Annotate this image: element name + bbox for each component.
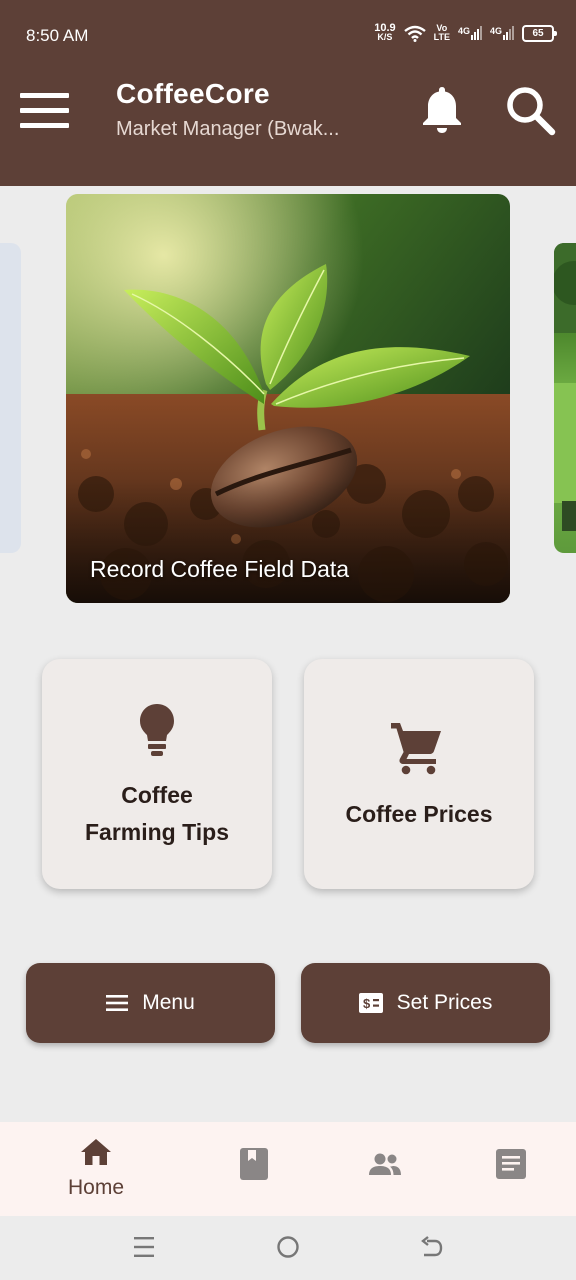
- book-icon: [240, 1148, 268, 1180]
- farming-tips-label: Coffee Farming Tips: [85, 782, 229, 845]
- coffee-prices-tile[interactable]: Coffee Prices: [304, 659, 534, 889]
- search-icon[interactable]: [504, 84, 556, 136]
- carousel-card-next[interactable]: [554, 243, 576, 553]
- cart-icon: [391, 723, 441, 775]
- people-icon: [369, 1153, 401, 1175]
- network-speed: 10.9 K/S: [374, 22, 396, 42]
- coffee-seedling-image: [66, 194, 510, 603]
- menu-button[interactable]: Menu: [26, 963, 275, 1043]
- home-icon: [81, 1139, 111, 1165]
- back-icon[interactable]: [420, 1234, 444, 1260]
- app-bar: CoffeeCore Market Manager (Bwak...: [0, 64, 576, 186]
- field-image: [554, 243, 576, 531]
- sim2-signal: 4G: [490, 26, 514, 40]
- menu-button-label: Menu: [142, 991, 195, 1014]
- lightbulb-icon: [140, 704, 174, 756]
- signal-bars-icon: [503, 26, 514, 40]
- carousel-card-previous[interactable]: [0, 243, 21, 553]
- volte-indicator: Vo LTE: [433, 23, 450, 42]
- coffee-prices-label: Coffee Prices: [345, 801, 493, 827]
- sim1-signal: 4G: [458, 26, 482, 40]
- app-title: CoffeeCore: [116, 78, 270, 109]
- nav-document[interactable]: [452, 1122, 572, 1216]
- image-carousel[interactable]: Record Coffee Field Data: [0, 186, 576, 616]
- carousel-caption: Record Coffee Field Data: [90, 556, 350, 582]
- document-icon: [496, 1149, 526, 1179]
- nav-book[interactable]: [196, 1122, 316, 1216]
- status-icons: 10.9 K/S Vo LTE 4G 4G 65: [374, 22, 557, 42]
- home-button-icon[interactable]: [276, 1234, 300, 1260]
- wifi-icon: [403, 25, 426, 42]
- list-icon: [106, 995, 129, 1011]
- recents-icon[interactable]: [133, 1234, 155, 1260]
- status-time: 8:50 AM: [26, 26, 89, 45]
- bottom-navigation: Home: [0, 1122, 576, 1216]
- set-prices-button-label: Set Prices: [396, 991, 493, 1014]
- nav-home[interactable]: Home: [36, 1122, 156, 1216]
- signal-bars-icon: [470, 26, 482, 40]
- svg-text:$: $: [363, 996, 371, 1011]
- price-tag-icon: $: [358, 993, 383, 1013]
- battery-icon: 65: [522, 24, 557, 42]
- app-subtitle: Market Manager (Bwak...: [116, 118, 340, 140]
- menu-icon[interactable]: [20, 91, 70, 131]
- status-bar: 8:50 AM 10.9 K/S Vo LTE 4G 4G 65: [0, 0, 576, 64]
- nav-home-label: Home: [67, 1176, 125, 1199]
- farming-tips-tile[interactable]: Coffee Farming Tips: [42, 659, 272, 889]
- nav-people[interactable]: [324, 1122, 444, 1216]
- set-prices-button[interactable]: $ Set Prices: [301, 963, 550, 1043]
- carousel-card-record-field-data[interactable]: Record Coffee Field Data: [66, 194, 510, 603]
- notification-bell-icon[interactable]: [418, 84, 466, 136]
- system-navigation-bar: [0, 1216, 576, 1280]
